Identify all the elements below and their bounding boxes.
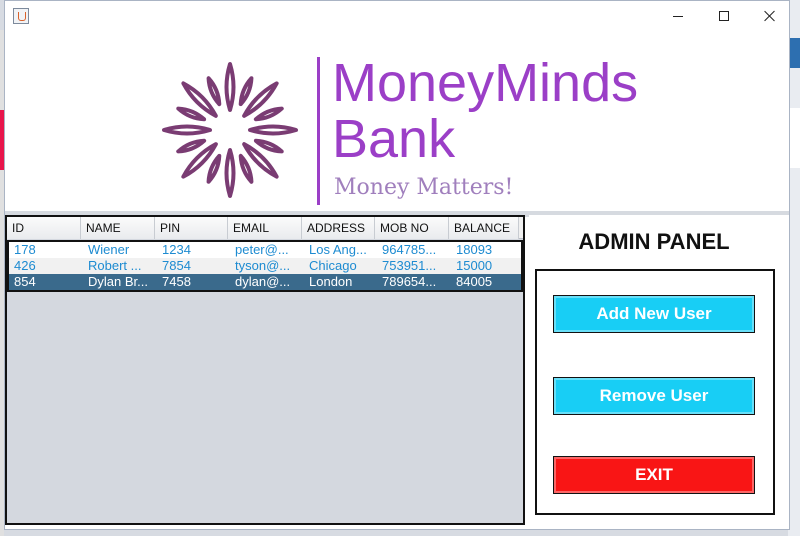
- column-header-balance[interactable]: BALANCE: [449, 217, 519, 239]
- table-row-selected[interactable]: 854 Dylan Br... 7458 dylan@... London 78…: [9, 274, 521, 290]
- admin-panel-title: ADMIN PANEL: [578, 229, 730, 254]
- exit-button[interactable]: EXIT: [553, 456, 755, 494]
- logo-divider: [317, 57, 320, 205]
- admin-actions-box: Add New User Remove User EXIT: [535, 269, 775, 515]
- title-bar[interactable]: [5, 1, 789, 31]
- table-header: ID NAME PIN EMAIL ADDRESS MOB NO BALANCE: [7, 217, 523, 239]
- column-header-id[interactable]: ID: [7, 217, 81, 239]
- users-table[interactable]: ID NAME PIN EMAIL ADDRESS MOB NO BALANCE…: [5, 215, 525, 525]
- cell-email: dylan@...: [235, 274, 291, 289]
- cell-address: Los Ang...: [309, 242, 367, 257]
- maximize-icon: [719, 11, 729, 21]
- app-window: MoneyMinds Bank Money Matters! ID NAME P…: [4, 0, 790, 530]
- cell-pin: 1234: [162, 242, 191, 257]
- column-header-email[interactable]: EMAIL: [228, 217, 302, 239]
- starburst-logo-icon: [162, 62, 298, 198]
- cell-mob-no: 753951...: [382, 258, 437, 273]
- brand-name: MoneyMinds Bank: [332, 55, 662, 167]
- cell-name: Robert ...: [88, 258, 142, 273]
- cell-name: Dylan Br...: [88, 274, 148, 289]
- cell-address: London: [309, 274, 353, 289]
- admin-panel: ADMIN PANEL Add New User Remove User EXI…: [529, 215, 789, 525]
- cell-email: tyson@...: [235, 258, 291, 273]
- cell-id: 178: [14, 242, 36, 257]
- cell-id: 854: [14, 274, 36, 289]
- java-cup-icon[interactable]: [13, 8, 29, 24]
- cell-balance: 15000: [456, 258, 493, 273]
- remove-user-button[interactable]: Remove User: [553, 377, 755, 415]
- bank-header: MoneyMinds Bank Money Matters!: [5, 31, 789, 211]
- table-body: 178 Wiener 1234 peter@... Los Ang... 964…: [7, 240, 523, 292]
- cell-balance: 84005: [456, 274, 493, 289]
- cell-email: peter@...: [235, 242, 289, 257]
- table-row[interactable]: 178 Wiener 1234 peter@... Los Ang... 964…: [9, 242, 521, 258]
- close-button[interactable]: [747, 1, 793, 31]
- cell-mob-no: 964785...: [382, 242, 437, 257]
- cell-pin: 7458: [162, 274, 191, 289]
- cell-pin: 7854: [162, 258, 191, 273]
- column-header-address[interactable]: ADDRESS: [302, 217, 375, 239]
- cell-balance: 18093: [456, 242, 493, 257]
- cell-mob-no: 789654...: [382, 274, 437, 289]
- cell-address: Chicago: [309, 258, 357, 273]
- minimize-icon: [673, 15, 683, 17]
- cell-name: Wiener: [88, 242, 130, 257]
- close-icon: [764, 10, 776, 22]
- maximize-button[interactable]: [701, 1, 747, 31]
- column-header-mob-no[interactable]: MOB NO: [375, 217, 449, 239]
- table-row[interactable]: 426 Robert ... 7854 tyson@... Chicago 75…: [9, 258, 521, 274]
- brand-name-line1: MoneyMinds: [332, 53, 639, 113]
- column-header-name[interactable]: NAME: [81, 217, 155, 239]
- cell-id: 426: [14, 258, 36, 273]
- column-header-pin[interactable]: PIN: [155, 217, 228, 239]
- brand-name-line2: Bank: [332, 109, 456, 169]
- minimize-button[interactable]: [655, 1, 701, 31]
- add-new-user-button[interactable]: Add New User: [553, 295, 755, 333]
- brand-tagline: Money Matters!: [334, 175, 514, 200]
